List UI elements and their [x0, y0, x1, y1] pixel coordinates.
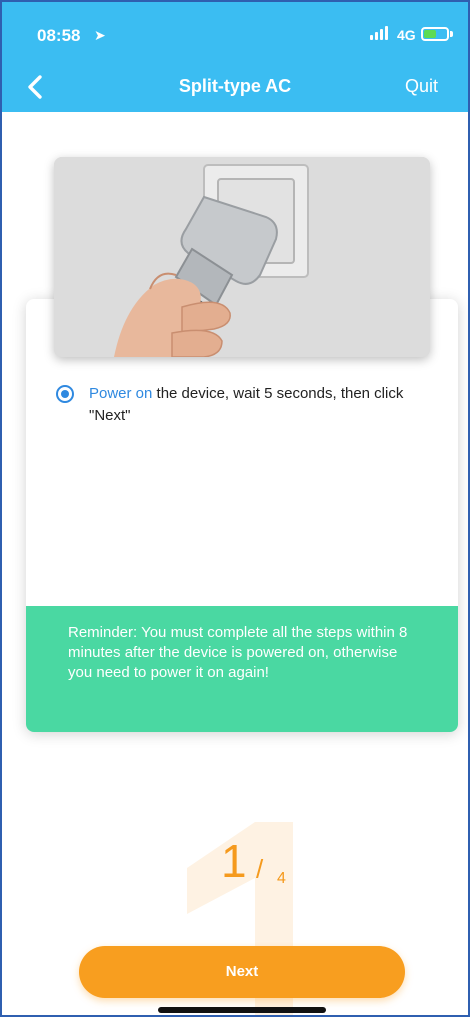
instruction-card: Reminder: You must complete all the step… [26, 299, 458, 732]
next-button[interactable]: Next [79, 946, 405, 998]
signal-icon [370, 26, 392, 40]
instruction-highlight: Power on [89, 385, 153, 402]
quit-button[interactable]: Quit [405, 76, 438, 97]
status-time: 08:58 [37, 26, 81, 45]
nav-bar: Split-type AC Quit [2, 62, 468, 112]
instruction-text: Power on the device, wait 5 seconds, the… [89, 383, 439, 427]
battery-icon [421, 27, 449, 41]
plug-illustration [54, 157, 430, 357]
status-bar: 08:58 ➤ 4G [2, 2, 468, 62]
instruction-radio[interactable] [56, 385, 74, 403]
page-title: Split-type AC [178, 76, 292, 96]
network-type: 4G [397, 27, 416, 43]
battery-tip [450, 31, 453, 37]
app-header: 08:58 ➤ 4G Split-type AC Quit [2, 2, 468, 112]
reminder-banner: Reminder: You must complete all the step… [26, 606, 458, 732]
step-separator: / [256, 854, 264, 884]
step-current: 1 [221, 835, 247, 887]
app-screen: 08:58 ➤ 4G Split-type AC Quit Reminder: … [0, 0, 470, 1017]
home-indicator [158, 1007, 326, 1013]
location-arrow-icon: ➤ [94, 27, 106, 43]
step-total: 4 [277, 870, 286, 887]
